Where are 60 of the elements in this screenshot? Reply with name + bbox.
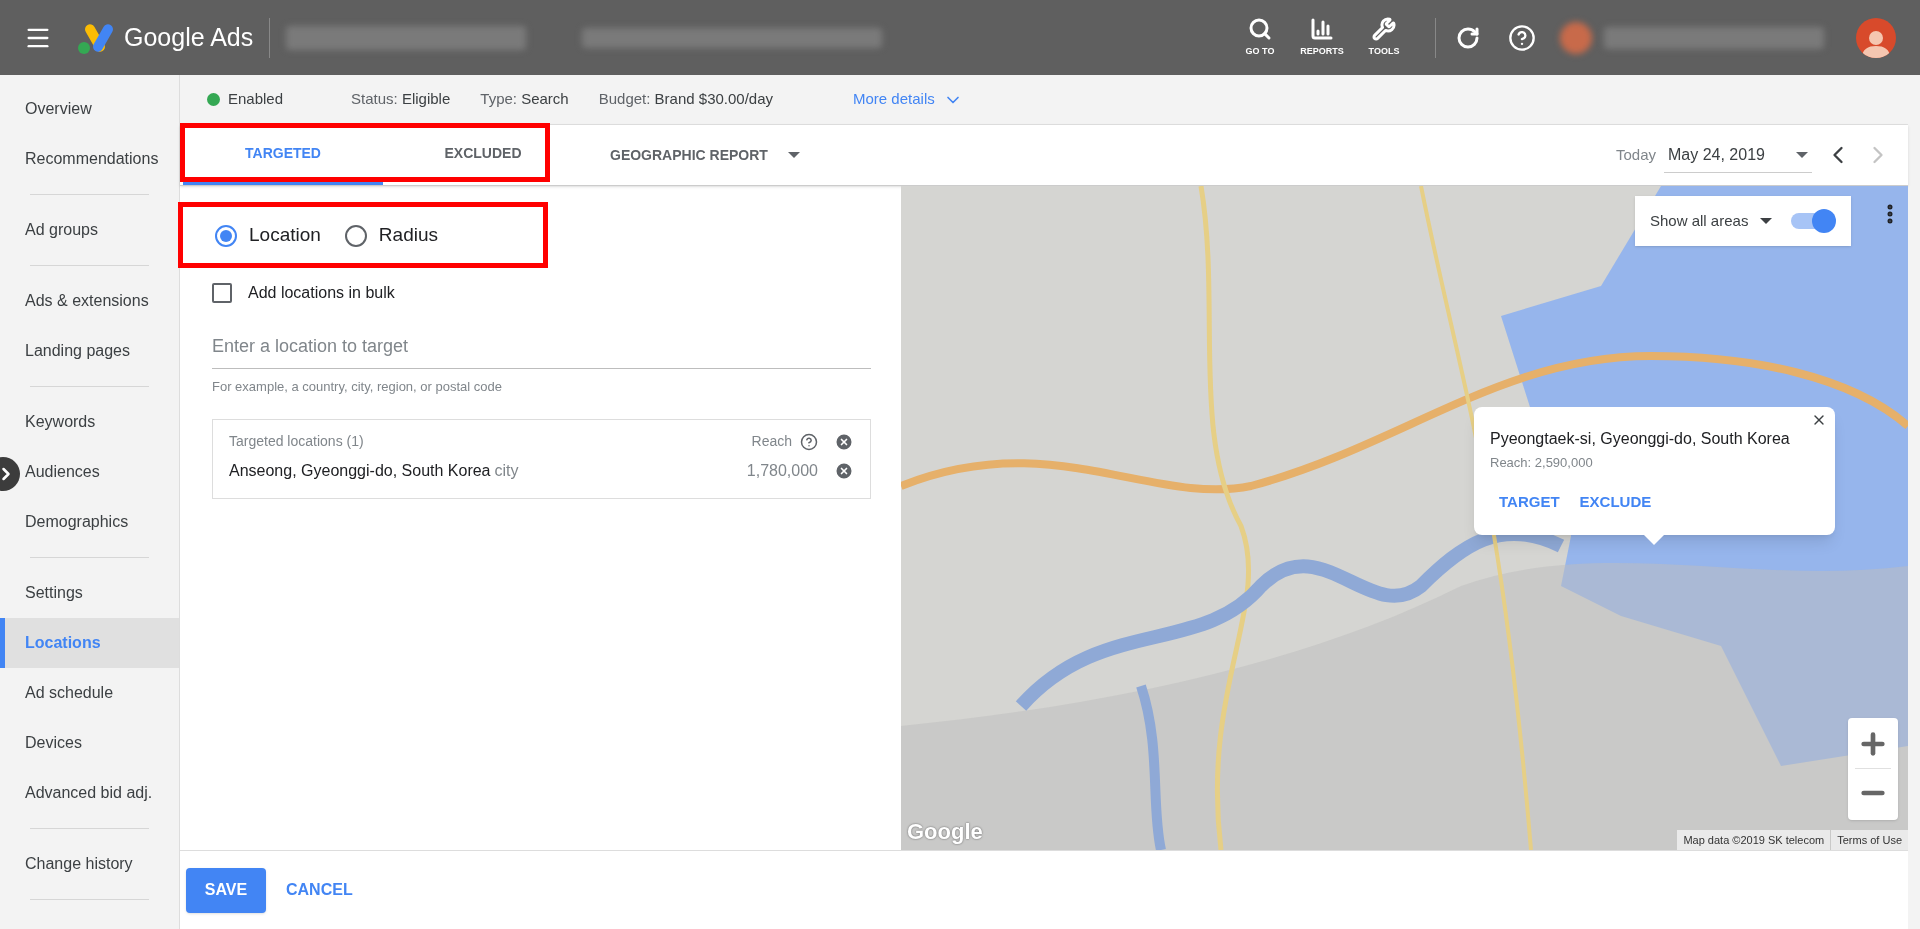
sidebar-item[interactable]: Ads & extensions xyxy=(25,276,149,326)
product-name: Google Ads xyxy=(124,21,254,53)
radio-option[interactable]: Location xyxy=(215,221,321,250)
sidebar-item[interactable]: Change history xyxy=(25,839,133,889)
map-logo: Google xyxy=(907,818,983,846)
popup-reach: Reach: 2,590,000 xyxy=(1490,454,1594,472)
bulk-checkbox-option[interactable]: Add locations in bulk xyxy=(212,281,871,305)
sidebar-item[interactable]: Settings xyxy=(25,568,83,618)
terms-link[interactable]: Terms of Use xyxy=(1831,829,1908,850)
dropdown-arrow-icon xyxy=(1760,218,1773,224)
toolbar-button[interactable]: REPORTS xyxy=(1291,16,1353,59)
save-button[interactable]: SAVE xyxy=(186,867,266,913)
remove-icon[interactable] xyxy=(834,460,854,481)
sidebar-item[interactable]: Advanced bid adj. xyxy=(25,768,153,818)
reach-value: 1,780,000 xyxy=(746,460,818,481)
campaign-state: Enabled xyxy=(228,89,284,110)
remove-icon[interactable] xyxy=(834,431,854,452)
sidebar-item[interactable]: Recommendations xyxy=(25,134,159,184)
status-item: Type: Search xyxy=(480,89,569,110)
sidebar-item[interactable]: Audiences xyxy=(25,447,100,497)
sidebar-item[interactable]: Landing pages xyxy=(25,326,130,376)
sidebar-item[interactable]: Demographics xyxy=(25,497,129,547)
radio-option[interactable]: Radius xyxy=(344,221,438,250)
date-dropdown[interactable]: May 24, 2019 xyxy=(1664,137,1812,173)
cancel-button[interactable]: CANCEL xyxy=(286,878,353,902)
sidebar-item[interactable]: Ad schedule xyxy=(25,668,114,718)
popup-action-button[interactable]: EXCLUDE xyxy=(1579,490,1652,513)
popup-pointer xyxy=(1644,535,1664,545)
card-title: Targeted locations (1) xyxy=(229,432,365,451)
reach-label: Reach xyxy=(751,432,792,451)
blurred-account-picture xyxy=(1560,21,1592,54)
tab[interactable]: EXCLUDED xyxy=(383,125,583,185)
map[interactable]: Show all areas Pyeongtaek-si, Gyeonggi-do, South Korea Reach: 2,590,000 TARGET EXCLUDE Google Map data ©2019 SK telecom Terms of Use xyxy=(901,186,1908,850)
search-hint: For example, a country, city, region, or postal code xyxy=(212,378,503,396)
tab[interactable]: TARGETED xyxy=(183,125,383,185)
status-item: Status: Eligible xyxy=(351,89,451,110)
refresh-icon[interactable] xyxy=(1456,25,1480,50)
status-item: Budget: Brand $30.00/day xyxy=(598,89,774,110)
toolbar-button[interactable]: TOOLS xyxy=(1353,16,1415,59)
sidebar-item[interactable]: Overview xyxy=(25,84,92,134)
toolbar-button[interactable]: GO TO xyxy=(1229,16,1291,59)
wrench-icon xyxy=(1372,16,1396,41)
sidebar-item[interactable]: Keywords xyxy=(25,397,96,447)
help-icon[interactable] xyxy=(800,432,818,451)
sidebar-item[interactable]: Ad groups xyxy=(25,205,98,255)
bar-chart-icon xyxy=(1310,16,1334,41)
location-search-field[interactable]: Enter a location to target xyxy=(212,325,871,369)
show-all-areas-dropdown[interactable]: Show all areas xyxy=(1650,209,1773,233)
location-name: Anseong, Gyeonggi-do, South Korea xyxy=(229,460,491,481)
dropdown-arrow-icon xyxy=(787,152,800,158)
location-type: city xyxy=(494,460,519,481)
avatar[interactable] xyxy=(1856,17,1896,58)
map-attribution: Map data ©2019 SK telecom xyxy=(1677,829,1831,850)
popup-action-button[interactable]: TARGET xyxy=(1499,490,1560,513)
report-dropdown[interactable]: GEOGRAPHIC REPORT xyxy=(610,144,800,166)
dropdown-arrow-icon xyxy=(1796,151,1808,158)
sidebar-item[interactable]: Devices xyxy=(25,718,82,768)
date-label: Today xyxy=(1615,144,1656,165)
search-icon xyxy=(1248,16,1272,41)
popup-title: Pyeongtaek-si, Gyeonggi-do, South Korea xyxy=(1490,429,1791,449)
